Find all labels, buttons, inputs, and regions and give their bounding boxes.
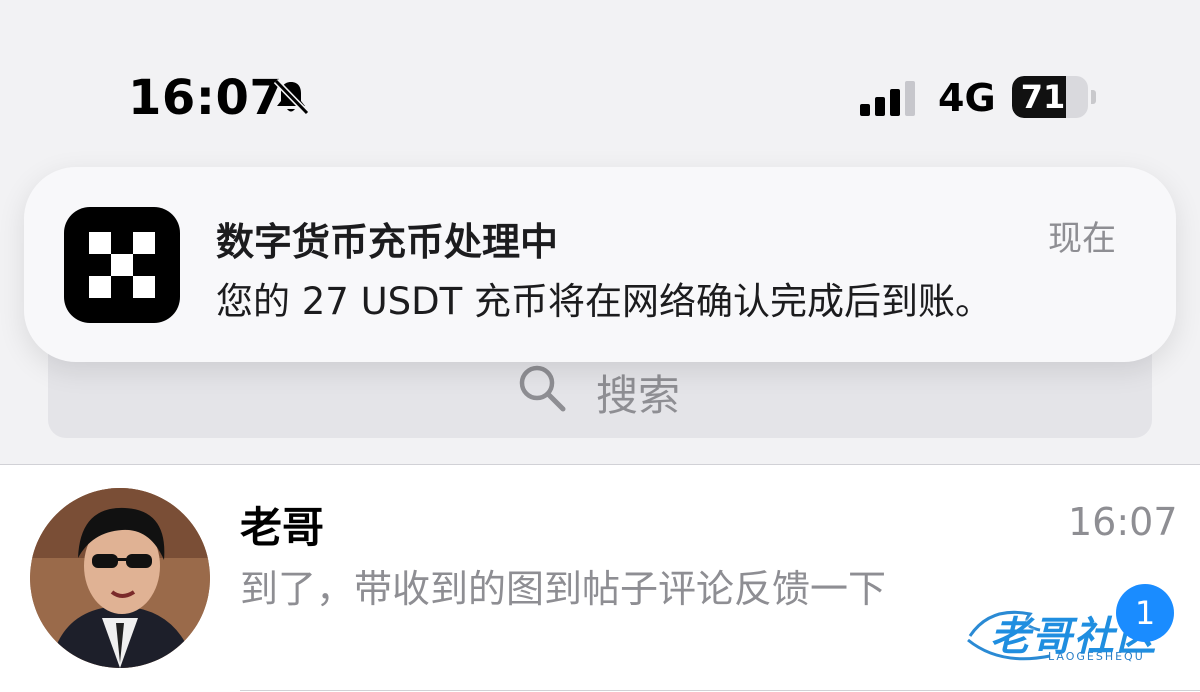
divider [240, 690, 1200, 691]
battery-icon: 71 [1012, 76, 1096, 120]
network-type: 4G [938, 76, 996, 120]
search-icon [519, 365, 566, 412]
notification-title: 数字货币充币处理中 [216, 220, 559, 264]
screen: 16:07 4G 71 搜索 数字货币充币处理中 现在 您的 27 USDT 充… [0, 0, 1200, 692]
bell-slash-icon [273, 78, 310, 116]
notification-body: 您的 27 USDT 充币将在网络确认完成后到账。 [216, 280, 993, 323]
chat-time: 16:07 [1068, 500, 1178, 544]
notification-time: 现在 [1048, 219, 1116, 259]
chat-preview: 到了，带收到的图到帖子评论反馈一下 [240, 567, 887, 611]
chat-name: 老哥 [240, 503, 325, 552]
okx-logo-icon [64, 207, 180, 323]
unread-badge: 1 [1116, 584, 1174, 642]
watermark-subtext: LAOGESHEQU [1048, 650, 1145, 663]
cellular-signal-icon [860, 81, 915, 116]
avatar[interactable] [30, 488, 210, 668]
notification-banner[interactable]: 数字货币充币处理中 现在 您的 27 USDT 充币将在网络确认完成后到账。 [24, 167, 1176, 362]
search-placeholder: 搜索 [596, 371, 681, 420]
battery-level: 71 [1020, 78, 1066, 116]
status-time: 16:07 [128, 70, 284, 126]
